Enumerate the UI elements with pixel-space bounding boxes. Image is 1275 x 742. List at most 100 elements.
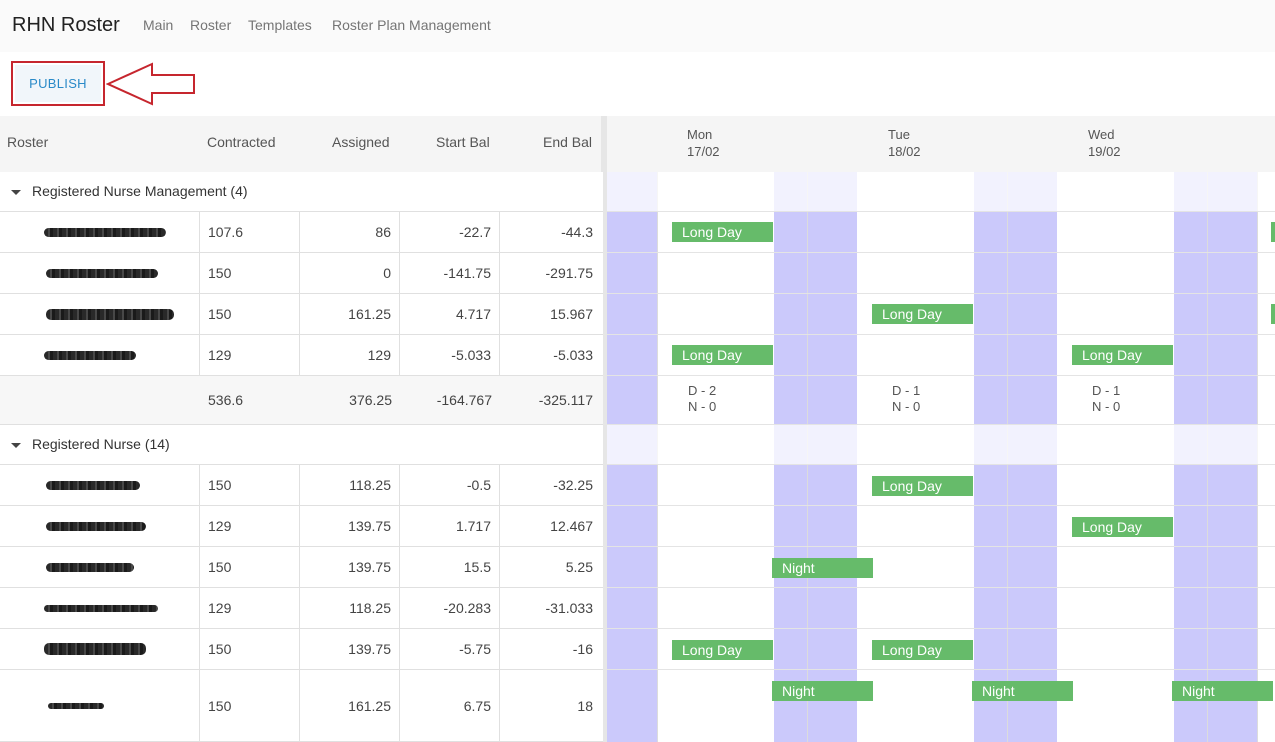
assigned-total: 376.25: [349, 392, 392, 408]
staff-name-redacted: [0, 294, 200, 334]
contracted-cell: 150: [200, 670, 300, 741]
shift-long-day[interactable]: Long Day: [872, 640, 973, 660]
column-header-start-bal[interactable]: Start Bal: [436, 134, 490, 150]
calendar-header: Mon 17/02 Tue 18/02 Wed 19/02: [607, 116, 1275, 172]
contracted-cell: 150: [200, 253, 300, 293]
assigned-cell: 161.25: [300, 670, 400, 741]
contracted-cell: 129: [200, 588, 300, 628]
start-bal-cell: -5.75: [400, 629, 500, 669]
assigned-cell: 139.75: [300, 629, 400, 669]
table-row[interactable]: 107.6 86 -22.7 -44.3: [0, 212, 603, 253]
end-bal-cell: 15.967: [550, 306, 593, 322]
contracted-cell: 150: [200, 294, 300, 334]
shift-night[interactable]: Night: [972, 681, 1073, 701]
assigned-cell: 129: [300, 335, 400, 375]
app-title: RHN Roster: [12, 14, 120, 36]
end-bal-cell: 5.25: [565, 559, 593, 575]
shift-night[interactable]: Night: [772, 558, 873, 578]
assigned-cell: 118.25: [300, 465, 400, 505]
end-bal-cell: -5.033: [553, 347, 593, 363]
start-bal-cell: -20.283: [400, 588, 500, 628]
shift-long-day-partial[interactable]: [1271, 304, 1275, 324]
start-bal-cell: 6.75: [400, 670, 500, 741]
table-row[interactable]: 150 161.25 6.75 18: [0, 670, 603, 742]
nav-templates[interactable]: Templates: [248, 17, 312, 33]
table-row[interactable]: 150 139.75 15.5 5.25: [0, 547, 603, 588]
nav-roster-plan-management[interactable]: Roster Plan Management: [332, 17, 491, 33]
staff-name-redacted: [0, 629, 200, 669]
end-bal-cell: 18: [577, 697, 593, 714]
day-header-tue: Tue 18/02: [888, 127, 921, 159]
table-row[interactable]: 150 139.75 -5.75 -16: [0, 629, 603, 670]
staff-name-redacted: [0, 588, 200, 628]
start-bal-cell: -141.75: [400, 253, 500, 293]
table-row[interactable]: 129 129 -5.033 -5.033: [0, 335, 603, 376]
shift-long-day[interactable]: Long Day: [672, 640, 773, 660]
staff-name-redacted: [0, 547, 200, 587]
assigned-cell: 86: [300, 212, 400, 252]
shift-night[interactable]: Night: [1172, 681, 1273, 701]
contracted-total: 536.6: [208, 392, 244, 408]
group-row-registered-nurse[interactable]: Registered Nurse (14): [0, 425, 603, 465]
shift-long-day[interactable]: Long Day: [1072, 517, 1173, 537]
caret-down-icon[interactable]: [11, 443, 21, 448]
assigned-cell: 118.25: [300, 588, 400, 628]
grid-header: Roster Contracted Assigned Start Bal End…: [0, 116, 601, 172]
contracted-cell: 129: [200, 506, 300, 546]
column-header-end-bal[interactable]: End Bal: [543, 134, 592, 150]
table-row[interactable]: 129 118.25 -20.283 -31.033: [0, 588, 603, 629]
column-header-roster[interactable]: Roster: [7, 134, 48, 150]
shift-long-day[interactable]: Long Day: [672, 345, 773, 365]
column-header-assigned[interactable]: Assigned: [332, 134, 390, 150]
start-bal-cell: 4.717: [400, 294, 500, 334]
staff-name-redacted: [0, 335, 200, 375]
contracted-cell: 150: [200, 465, 300, 505]
top-bar: RHN Roster Main Roster Templates Roster …: [0, 0, 1275, 52]
totals-row: 536.6 376.25 -164.767 -325.117: [0, 376, 603, 425]
shift-night[interactable]: Night: [772, 681, 873, 701]
assigned-cell: 139.75: [300, 547, 400, 587]
contracted-cell: 150: [200, 547, 300, 587]
end-bal-cell: -44.3: [561, 224, 593, 240]
table-row[interactable]: 150 118.25 -0.5 -32.25: [0, 465, 603, 506]
shift-long-day[interactable]: Long Day: [872, 476, 973, 496]
group-label: Registered Nurse Management (4): [32, 183, 248, 199]
assigned-cell: 161.25: [300, 294, 400, 334]
day-count-mon: D - 2N - 0: [688, 383, 717, 414]
publish-highlight-box: PUBLISH: [11, 61, 105, 106]
end-bal-cell: 12.467: [550, 518, 593, 534]
roster-grid: Roster Contracted Assigned Start Bal End…: [0, 116, 1275, 742]
day-count-tue: D - 1N - 0: [892, 383, 921, 414]
group-label: Registered Nurse (14): [32, 436, 170, 452]
contracted-cell: 129: [200, 335, 300, 375]
table-row[interactable]: 150 161.25 4.717 15.967: [0, 294, 603, 335]
staff-name-redacted: [0, 253, 200, 293]
table-row[interactable]: 150 0 -141.75 -291.75: [0, 253, 603, 294]
end-bal-cell: -16: [572, 641, 593, 657]
staff-name-redacted: [0, 212, 200, 252]
shift-long-day-partial[interactable]: [1271, 222, 1275, 242]
nav-roster[interactable]: Roster: [190, 17, 231, 33]
caret-down-icon[interactable]: [11, 190, 21, 195]
start-bal-cell: -22.7: [400, 212, 500, 252]
shift-long-day[interactable]: Long Day: [1072, 345, 1173, 365]
group-row-registered-nurse-management[interactable]: Registered Nurse Management (4): [0, 172, 603, 212]
end-bal-cell: -31.033: [545, 600, 593, 616]
day-header-mon: Mon 17/02: [687, 127, 720, 159]
staff-name-redacted: [0, 506, 200, 546]
nav-main[interactable]: Main: [143, 17, 173, 33]
start-bal-cell: 1.717: [400, 506, 500, 546]
day-header-wed: Wed 19/02: [1088, 127, 1121, 159]
contracted-cell: 150: [200, 629, 300, 669]
start-bal-total: -164.767: [436, 392, 492, 408]
staff-name-redacted: [0, 465, 200, 505]
staff-name-redacted: [0, 670, 200, 741]
publish-button[interactable]: PUBLISH: [15, 65, 101, 102]
column-header-contracted[interactable]: Contracted: [207, 134, 275, 150]
end-bal-cell: -32.25: [553, 477, 593, 493]
shift-long-day[interactable]: Long Day: [872, 304, 973, 324]
start-bal-cell: -0.5: [400, 465, 500, 505]
shift-long-day[interactable]: Long Day: [672, 222, 773, 242]
table-row[interactable]: 129 139.75 1.717 12.467: [0, 506, 603, 547]
contracted-cell: 107.6: [200, 212, 300, 252]
